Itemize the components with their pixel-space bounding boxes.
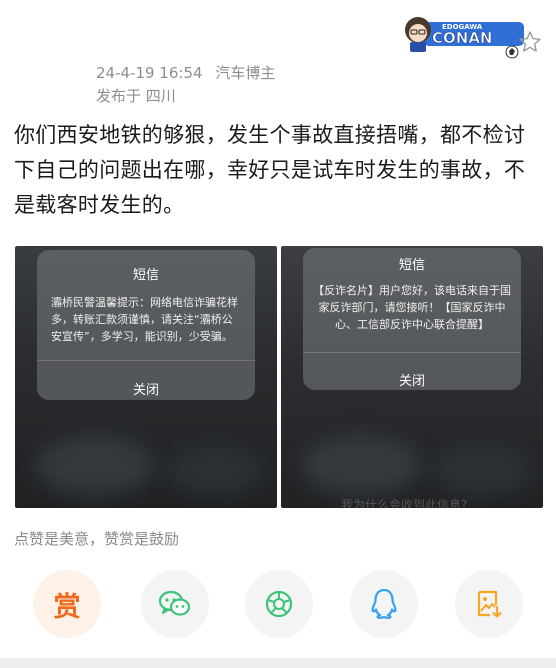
qq-icon (371, 588, 397, 620)
post-date: 24-4-19 16:54 (96, 64, 203, 82)
reward-hint: 点赞是美意，赞赏是鼓励 (14, 530, 180, 548)
post-meta: 24-4-19 16:54 汽车博主 发布于 四川 (96, 62, 275, 108)
post-author[interactable]: 汽车博主 (215, 64, 275, 82)
close-button: 关闭 (398, 374, 425, 389)
share-wechat-button[interactable] (141, 570, 209, 638)
image-blur (35, 436, 155, 496)
bottom-divider (0, 658, 556, 668)
share-moments-button[interactable] (245, 570, 313, 638)
post-image-1[interactable]: 短信 灞桥民警温馨提示：网络电信诈骗花样多，转账汇款须谨慎，请关注“灞桥公安宣传… (15, 246, 277, 508)
save-image-button[interactable] (455, 570, 523, 638)
divider (303, 352, 521, 353)
sms-dialog-body: 灞桥民警温馨提示：网络电信诈骗花样多，转账汇款须谨慎，请关注“灞桥公安宣传”，多… (51, 296, 238, 343)
post-image-2[interactable]: 短信 【反诈名片】用户您好，该电话来自于国家反诈部门，请您接听！【国家反诈中心、… (281, 246, 543, 508)
wechat-icon (158, 590, 191, 616)
faint-caption: 我为什么会收到此信息? (341, 498, 468, 508)
sms-dialog: 短信 灞桥民警温馨提示：网络电信诈骗花样多，转账汇款须谨慎，请关注“灞桥公安宣传… (37, 250, 255, 400)
close-button: 关闭 (132, 383, 159, 398)
sms-dialog-title: 短信 (132, 268, 159, 283)
divider (37, 360, 255, 361)
reward-label: 赏 (53, 591, 81, 623)
sms-dialog-body: 【反诈名片】用户您好，该电话来自于国家反诈部门，请您接听！【国家反诈中心、工信部… (313, 284, 511, 331)
image-blur (165, 446, 265, 496)
image-blur (431, 446, 531, 496)
sms-dialog: 短信 【反诈名片】用户您好，该电话来自于国家反诈部门，请您接听！【国家反诈中心、… (303, 248, 521, 390)
sms-dialog-title: 短信 (398, 258, 425, 273)
post-location: 发布于 四川 (96, 87, 176, 105)
post-content: 你们西安地铁的够狠，发生个事故直接捂嘴，都不检讨下自己的问题出在哪，幸好只是试车… (14, 123, 526, 217)
moments-icon (265, 590, 293, 618)
share-qq-button[interactable] (350, 570, 418, 638)
svg-text:CONAN: CONAN (432, 29, 492, 47)
save-image-icon (477, 590, 502, 618)
favorite-star-icon[interactable] (518, 30, 542, 54)
image-blur (301, 436, 421, 496)
reward-button[interactable]: 赏 (33, 570, 101, 638)
conan-logo: EDOGAWA CONAN (405, 17, 524, 59)
